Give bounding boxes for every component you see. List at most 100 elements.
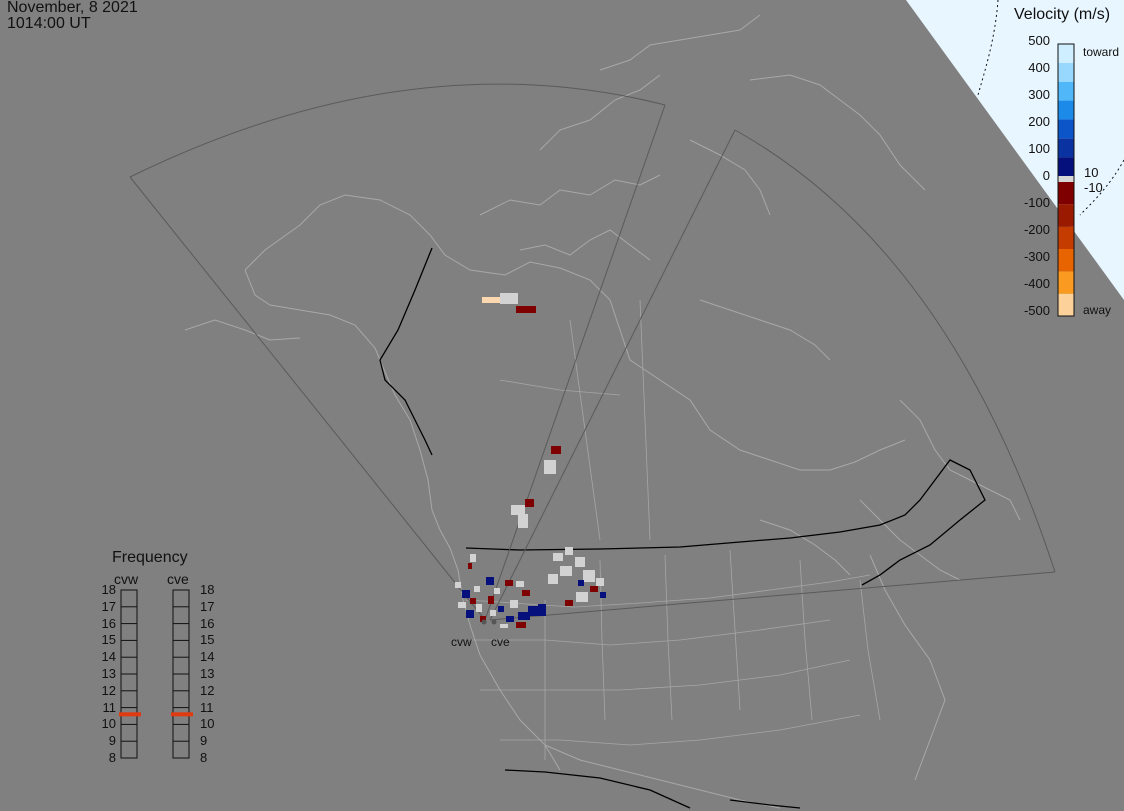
echo-cell [522,590,530,596]
echo-cell [600,592,606,598]
colorbar-segment [1058,293,1074,316]
echo-cell [596,578,604,586]
frequency-radar-cve: cve [167,571,189,587]
colorbar-segment [1058,271,1074,294]
frequency-scale-label: 11 [102,699,117,715]
echo-cell [565,600,573,606]
toward-label: toward [1083,45,1120,59]
echo-cell [500,624,508,628]
state-boundaries [464,299,881,760]
echo-cell [516,622,526,628]
echo-cell [476,604,482,612]
away-label: away [1083,303,1112,317]
site-label-cvw: cvw [451,635,472,649]
colorbar-tick-label: 200 [1028,114,1050,129]
echo-cell [458,602,466,608]
echo-cell [468,563,472,569]
colorbar-tick-label: -400 [1023,276,1050,291]
site-label-cve: cve [491,635,510,649]
fov-outlines [129,83,1056,621]
colorbar-tick-label: -500 [1023,303,1050,318]
frequency-scale-label: 18 [101,582,116,597]
gap-low-label: -10 [1084,180,1103,195]
echo-cell [455,582,461,588]
colorbar-segment [1058,204,1074,227]
echo-cell [474,586,480,592]
frequency-scale-label: 17 [101,598,116,614]
colorbar-segment [1058,44,1074,63]
echo-cell [525,499,534,507]
colorbar-segment [1058,249,1074,272]
colorbar-segment [1058,81,1074,101]
echo-cell [494,588,500,594]
echo-cell [538,604,546,616]
frequency-scale-label: 15 [200,632,215,648]
echo-cell [470,598,476,604]
time-label: 1014:00 UT [7,15,91,32]
colorbar-tick-label: 0 [1042,168,1050,183]
frequency-scale-label: 8 [200,750,208,765]
gap-high-label: 10 [1084,165,1099,180]
colorbar-tick-label: -100 [1023,195,1050,210]
echo-cell [578,580,584,586]
echo-cell [516,581,524,587]
echo-cell [518,514,528,528]
colorbar-segment [1058,138,1074,158]
site-marker-cvw [481,619,487,625]
echo-cell [488,596,494,604]
frequency-radar-cvw: cvw [114,571,139,587]
echo-cell [553,553,563,561]
echo-cell [510,600,518,608]
echo-cell [516,306,536,313]
echo-cell [576,592,588,602]
date-label: November, 8 2021 [7,0,138,16]
frequency-title: Frequency [112,549,188,566]
frequency-scale-label: 16 [101,615,116,631]
coastlines [184,14,1021,809]
echo-cell [548,574,558,584]
frequency-scale-label: 13 [200,666,215,681]
frequency-scale-label: 13 [101,666,116,681]
colorbar-segment [1058,100,1074,120]
frequency-scale-label: 11 [200,699,214,715]
colorbar-tick-label: 100 [1028,141,1050,156]
echo-cell [575,557,585,567]
colorbar-tick-label: 300 [1028,87,1050,102]
echo-cell [482,297,500,303]
radar-echoes [455,293,606,628]
echo-cell [486,577,494,585]
radar-map [119,0,1124,809]
frequency-scale-label: 10 [101,716,116,732]
frequency-scale-label: 9 [108,733,116,749]
echo-cell [470,554,476,562]
echo-cell [551,446,561,454]
colorbar-segment [1058,182,1074,205]
colorbar-tick-label: 400 [1028,60,1050,75]
echo-cell [498,606,504,612]
echo-cell [590,586,598,592]
colorbar-title: Velocity (m/s) [1014,6,1111,23]
colorbar-tick-label: 500 [1028,33,1050,48]
frequency-scale-label: 12 [200,682,215,698]
frequency-scale-label: 14 [101,649,116,665]
frequency-scale-label: 14 [200,649,215,665]
echo-cell [500,293,518,304]
echo-cell [505,580,513,586]
echo-cell [490,610,496,616]
colorbar-tick-label: -200 [1023,222,1050,237]
frequency-scale-label: 12 [101,682,116,698]
colorbar-segment [1058,119,1074,139]
site-marker-cve [491,619,497,625]
echo-cell [565,547,573,555]
colorbar-segment [1058,226,1074,249]
frequency-marker-cve [171,712,193,717]
frequency-scale-label: 16 [200,615,215,631]
country-borders [379,247,986,809]
echo-cell [518,612,530,620]
frequency-scale-label: 17 [200,598,215,614]
colorbar-segment [1058,62,1074,82]
frequency-scale-label: 9 [200,733,208,749]
frequency-scale-label: 18 [200,582,215,597]
echo-cell [560,566,572,576]
velocity-colorbar [1057,43,1075,317]
